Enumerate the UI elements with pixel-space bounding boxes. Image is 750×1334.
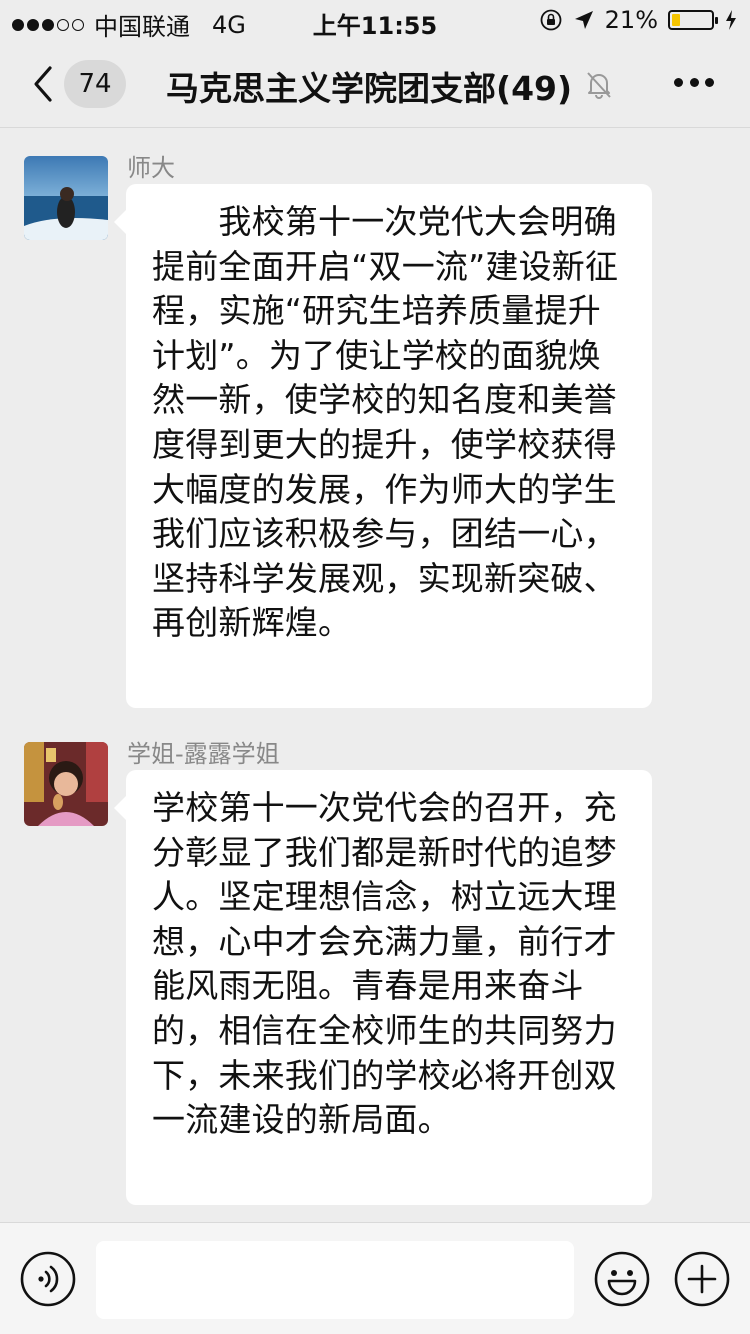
chat-title: 马克思主义学院团支部(49)	[166, 69, 573, 108]
more-icon[interactable]	[674, 78, 714, 90]
avatar[interactable]	[24, 742, 108, 826]
avatar[interactable]	[24, 156, 108, 240]
input-bar	[0, 1222, 750, 1334]
message-input[interactable]	[96, 1241, 574, 1319]
location-arrow-icon	[574, 11, 593, 29]
nav-bar: 74 马克思主义学院团支部(49)	[0, 40, 750, 128]
charging-bolt-icon	[726, 10, 736, 30]
status-right: 21%	[539, 6, 738, 34]
chat-message-list[interactable]: 师大 我校第十一次党代大会明确提前全面开启“双一流”建设新征程，实施“研究生培养…	[0, 129, 750, 1221]
battery-icon	[668, 10, 718, 30]
voice-icon[interactable]	[20, 1251, 76, 1307]
plus-icon[interactable]	[674, 1251, 730, 1307]
sender-name: 师大	[127, 154, 175, 182]
rotation-lock-icon	[540, 9, 562, 31]
back-chevron-icon[interactable]	[28, 64, 58, 104]
emoji-icon[interactable]	[594, 1251, 650, 1307]
bell-muted-icon	[587, 72, 611, 99]
sender-name: 学姐-露露学姐	[127, 740, 280, 768]
unread-count-badge[interactable]: 74	[64, 60, 126, 108]
battery-percent: 21%	[604, 6, 658, 34]
message-bubble[interactable]: 我校第十一次党代大会明确提前全面开启“双一流”建设新征程，实施“研究生培养质量提…	[114, 184, 652, 708]
message-bubble[interactable]: 学校第十一次党代会的召开，充分彰显了我们都是新时代的追梦人。坚定理想信念，树立远…	[114, 770, 652, 1205]
status-bar: 中国联通 4G 上午11:55 21%	[0, 0, 750, 41]
